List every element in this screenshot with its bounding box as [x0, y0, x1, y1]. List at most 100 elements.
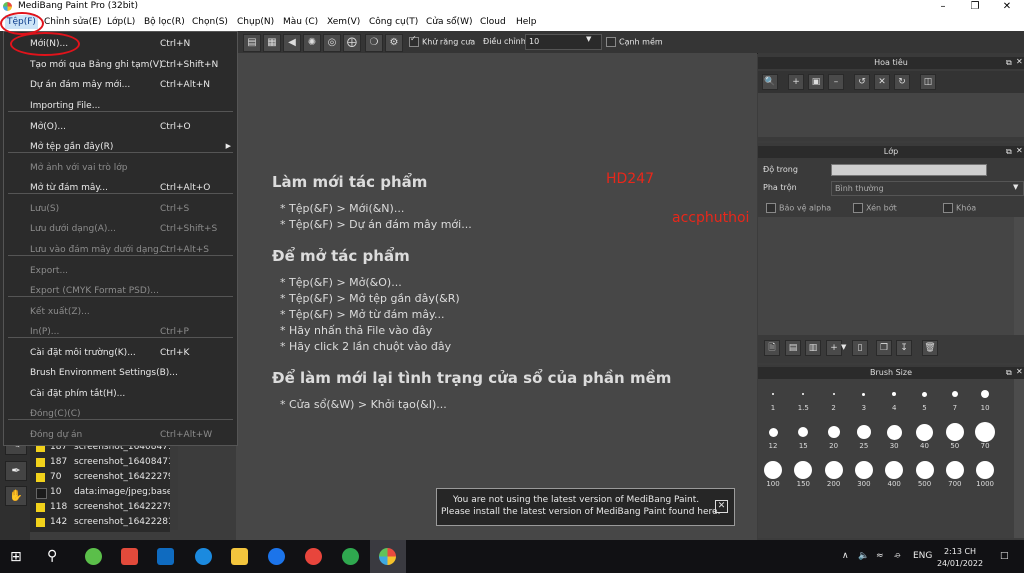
brush-size-cell[interactable]: 1.5	[788, 381, 818, 412]
dropdown-arrow-icon[interactable]: ▼	[586, 35, 591, 43]
menu-layer[interactable]: Lớp(L)	[107, 17, 135, 27]
antialias-toggle[interactable]: Khử răng cưa	[409, 37, 475, 47]
settings-gear-icon[interactable]: ⚙	[385, 34, 403, 52]
search-icon[interactable]: ⚲	[47, 548, 57, 564]
new-layer-icon[interactable]: 🗎	[764, 340, 780, 356]
add-layer-menu-icon[interactable]: +	[826, 340, 842, 356]
layer-list-scrollbar[interactable]	[170, 440, 178, 530]
menu-select[interactable]: Chọn(S)	[192, 17, 228, 27]
file-explorer-icon[interactable]	[231, 548, 248, 565]
menu-item-preferences[interactable]: Cài đặt môi trường(K)... Ctrl+K	[4, 345, 237, 361]
language-indicator[interactable]: ENG	[913, 551, 932, 561]
folder-icon[interactable]: ▯	[852, 340, 868, 356]
layer-panel-list[interactable]	[758, 217, 1014, 335]
update-notice[interactable]: You are not using the latest version of …	[436, 488, 735, 526]
zoom-in-icon[interactable]: +	[788, 74, 804, 90]
crosshair-icon[interactable]: ⨁	[343, 34, 361, 52]
triangle-icon[interactable]: ◀	[283, 34, 301, 52]
brush-size-cell[interactable]: 150	[788, 457, 818, 488]
grid-pattern-icon[interactable]: ▦	[263, 34, 281, 52]
notifications-icon[interactable]: □	[1000, 551, 1009, 561]
app-launcher-icon[interactable]	[85, 548, 102, 565]
chevron-down-icon[interactable]: ▼	[841, 343, 846, 351]
canvas-area[interactable]: Làm mới tác phẩm * Tệp(&F) > Mới(&N)... …	[236, 53, 757, 540]
brush-size-cell[interactable]: 70	[970, 419, 1000, 450]
menu-view[interactable]: Xem(V)	[327, 17, 360, 27]
store-icon[interactable]	[157, 548, 174, 565]
flip-icon[interactable]: ◫	[920, 74, 936, 90]
brush-size-cell[interactable]: 5	[910, 381, 940, 412]
radial-icon[interactable]: ✺	[303, 34, 321, 52]
polygon-icon[interactable]: ❍	[365, 34, 383, 52]
menu-color[interactable]: Màu (C)	[283, 17, 318, 27]
brush-size-cell[interactable]: 1	[758, 381, 788, 412]
brush-size-cell[interactable]: 400	[879, 457, 909, 488]
clock-time[interactable]: 2:13 CH	[940, 547, 980, 556]
app-icon[interactable]	[121, 548, 138, 565]
protect-alpha-toggle[interactable]: Bảo vệ alpha	[766, 203, 831, 213]
brush-size-cell[interactable]: 30	[879, 419, 909, 450]
brush-size-cell[interactable]: 3	[849, 381, 879, 412]
wifi-icon[interactable]: ⌮	[894, 551, 901, 561]
windows-start-icon[interactable]: ⊞	[10, 549, 22, 565]
menu-edit[interactable]: Chỉnh sửa(E)	[44, 17, 101, 27]
rotate-right-icon[interactable]: ↻	[894, 74, 910, 90]
menu-item-open-as-layer[interactable]: Mở ảnh với vai trò lớp	[4, 160, 237, 176]
medibang-taskbar-button[interactable]	[370, 540, 406, 573]
layer-row[interactable]: 10 data:image/jpeg;base	[30, 485, 172, 500]
undock-icon[interactable]: ⧉	[1006, 368, 1012, 378]
brush-size-cell[interactable]: 100	[758, 457, 788, 488]
close-icon[interactable]: ✕	[715, 500, 728, 513]
menu-filter[interactable]: Bộ lọc(R)	[144, 17, 185, 27]
trash-icon[interactable]: 🗑	[922, 340, 938, 356]
brush-size-cell[interactable]: 12	[758, 419, 788, 450]
menu-item-render[interactable]: Kết xuất(Z)...	[4, 304, 237, 320]
lock-checkbox[interactable]	[943, 203, 953, 213]
panel-close-icon[interactable]: ✕	[1016, 146, 1023, 155]
brush-size-cell[interactable]: 40	[910, 419, 940, 450]
opacity-slider[interactable]	[831, 164, 987, 176]
clock-date[interactable]: 24/01/2022	[936, 559, 984, 568]
layer-row[interactable]: 70 screenshot_16422279	[30, 470, 174, 485]
menu-item-export[interactable]: Export...	[4, 263, 237, 279]
brush-size-cell[interactable]: 50	[940, 419, 970, 450]
network-icon[interactable]: ≈	[876, 551, 884, 561]
brush-size-cell[interactable]: 20	[819, 419, 849, 450]
reset-rotation-icon[interactable]: ✕	[874, 74, 890, 90]
new-halftone-layer-icon[interactable]: ▤	[785, 340, 801, 356]
layer-row[interactable]: 187 screenshot_16408471	[30, 455, 174, 470]
layer-panel-scrollbar[interactable]	[1014, 217, 1024, 335]
brush-size-cell[interactable]: 300	[849, 457, 879, 488]
rotate-left-icon[interactable]: ↺	[854, 74, 870, 90]
soft-edge-toggle[interactable]: Cạnh mềm	[606, 37, 663, 47]
menu-window[interactable]: Cửa sổ(W)	[426, 17, 472, 27]
menu-item-save[interactable]: Lưu(S) Ctrl+S	[4, 201, 237, 217]
panel-close-icon[interactable]: ✕	[1016, 367, 1023, 376]
soft-edge-checkbox[interactable]	[606, 37, 616, 47]
brush-size-cell[interactable]: 15	[788, 419, 818, 450]
fill-pattern-icon[interactable]: ▤	[243, 34, 261, 52]
brush-size-cell[interactable]: 7	[940, 381, 970, 412]
menu-help[interactable]: Help	[516, 17, 537, 27]
menu-item-new-from-clipboard[interactable]: Tạo mới qua Bảng ghi tạm(V) Ctrl+Shift+N	[4, 57, 237, 73]
brush-size-cell[interactable]: 10	[970, 381, 1000, 412]
menu-capture[interactable]: Chụp(N)	[237, 17, 274, 27]
menu-item-new-cloud-project[interactable]: Dự án đám mây mới... Ctrl+Alt+N	[4, 77, 237, 93]
antialias-checkbox[interactable]	[409, 37, 419, 47]
undock-icon[interactable]: ⧉	[1006, 58, 1012, 68]
chrome-icon[interactable]	[305, 548, 322, 565]
close-button[interactable]: ✕	[992, 0, 1022, 14]
layer-row[interactable]: 118 screenshot_16422279	[30, 500, 174, 515]
minimize-button[interactable]: –	[928, 0, 958, 14]
lock-toggle[interactable]: Khóa	[943, 203, 976, 213]
restore-button[interactable]: ❐	[960, 0, 990, 14]
menu-item-shortcut-settings[interactable]: Cài đặt phím tắt(H)...	[4, 386, 237, 402]
clipping-toggle[interactable]: Xén bớt	[853, 203, 897, 213]
navigator-preview[interactable]	[758, 93, 1024, 137]
brush-size-cell[interactable]: 2	[819, 381, 849, 412]
brush-size-cell[interactable]: 500	[910, 457, 940, 488]
protect-alpha-checkbox[interactable]	[766, 203, 776, 213]
zoom-fit-icon[interactable]: 🔍	[762, 74, 778, 90]
chevron-down-icon[interactable]: ▼	[1013, 183, 1018, 191]
zoom-out-icon[interactable]: –	[828, 74, 844, 90]
